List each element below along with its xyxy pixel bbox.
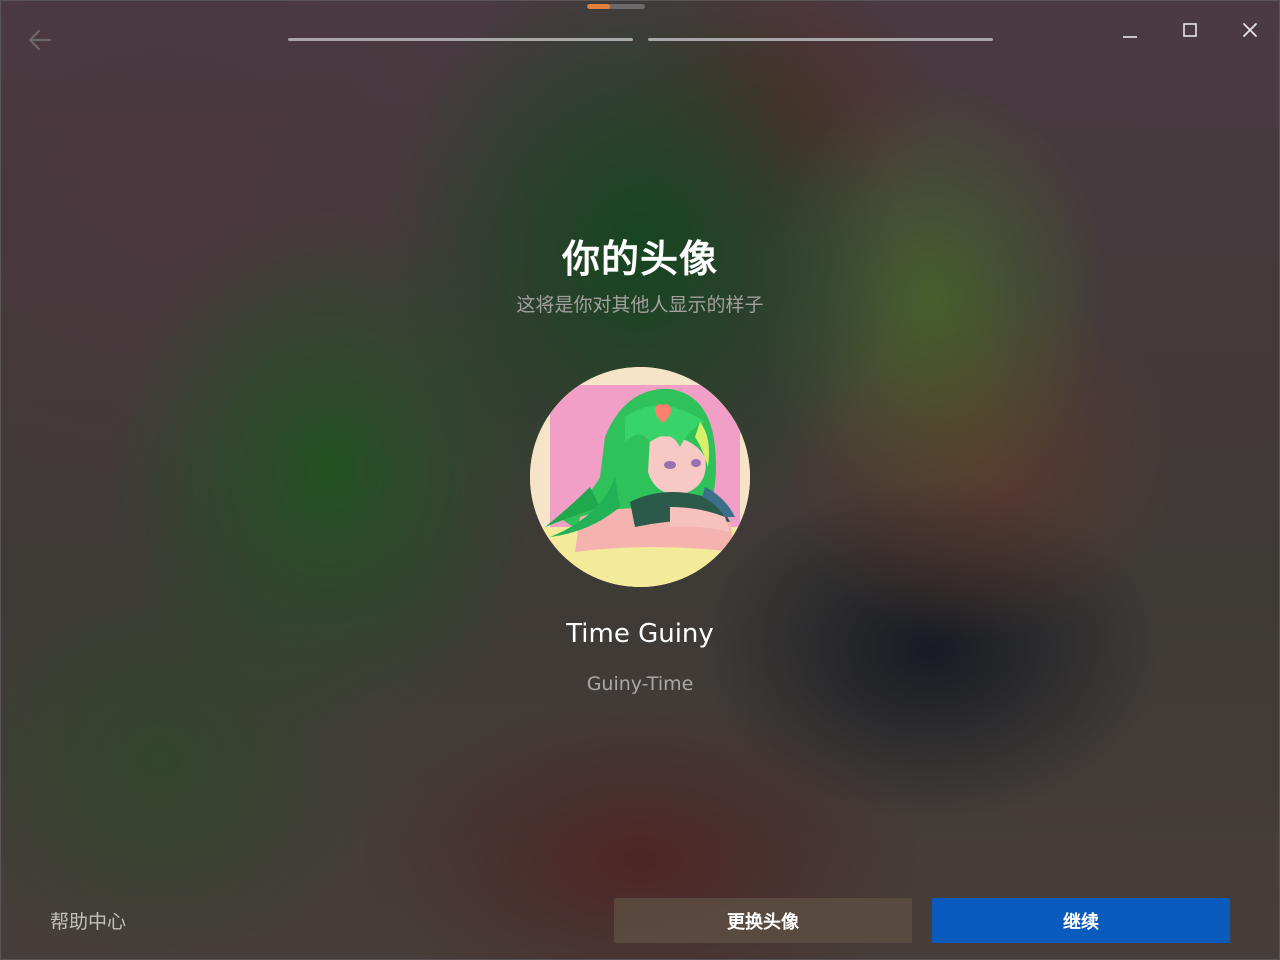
step-progress-2 <box>648 38 993 41</box>
change-avatar-button[interactable]: 更换头像 <box>614 898 912 943</box>
page-subtitle: 这将是你对其他人显示的样子 <box>516 294 764 316</box>
display-name: Time Guiny <box>566 619 714 649</box>
close-icon <box>1243 23 1257 37</box>
maximize-button[interactable] <box>1167 14 1213 46</box>
arrow-left-icon <box>28 29 52 51</box>
close-button[interactable] <box>1227 14 1273 46</box>
username: Guiny-Time <box>586 673 694 695</box>
maximize-icon <box>1183 23 1197 37</box>
page-title: 你的头像 <box>561 237 718 281</box>
help-center-link[interactable]: 帮助中心 <box>50 907 126 934</box>
step-progress-1 <box>288 38 633 41</box>
back-button[interactable] <box>24 26 54 54</box>
top-drag-indicator <box>587 4 645 9</box>
top-indicator-fill <box>587 4 611 9</box>
avatar-image <box>530 367 750 587</box>
minimize-button[interactable] <box>1107 14 1153 46</box>
minimize-icon <box>1123 36 1137 38</box>
avatar[interactable] <box>530 367 750 587</box>
continue-button[interactable]: 继续 <box>932 898 1230 943</box>
